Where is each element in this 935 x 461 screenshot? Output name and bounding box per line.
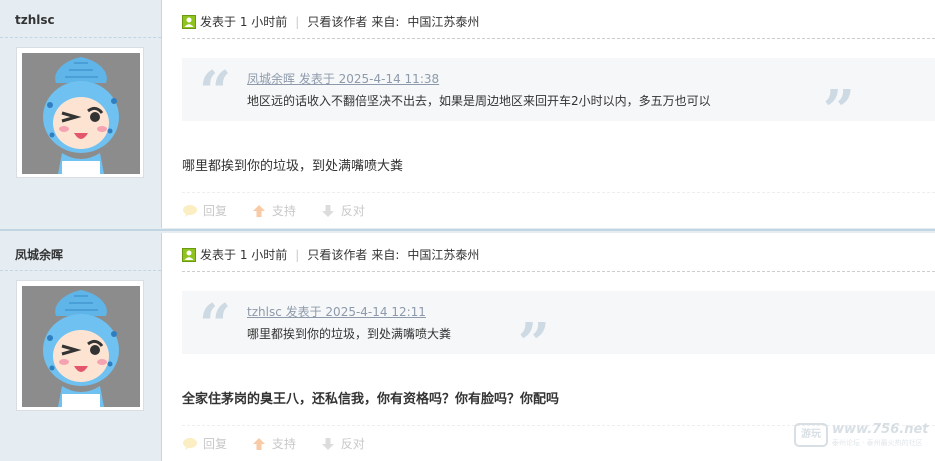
meta-divider [182, 271, 935, 272]
meta-divider [182, 38, 935, 39]
meta-pipe: | [295, 248, 300, 262]
author-name[interactable]: tzhlsc [15, 13, 55, 27]
mascot-avatar-icon [22, 53, 140, 174]
thumb-down-arrow-icon [321, 205, 334, 217]
reply-button[interactable]: 回复 [182, 202, 227, 219]
reply-bubble-icon [183, 438, 197, 450]
quote-close-icon: ” [517, 311, 550, 377]
oppose-label: 反对 [340, 204, 365, 218]
quote-open-icon: “ [199, 292, 232, 358]
actions-divider [182, 192, 935, 193]
reply-label: 回复 [203, 204, 228, 218]
quote-body: 地区远的话收入不翻倍坚决不出去，如果是周边地区来回开车2小时以内，多五万也可以 [247, 94, 711, 108]
reply-label: 回复 [203, 437, 228, 451]
thumb-up-arrow-icon [252, 205, 265, 217]
support-label: 支持 [271, 437, 296, 451]
avatar-image [22, 286, 140, 407]
thumb-down-arrow-icon [321, 438, 334, 450]
watermark-slogan: 泰州论坛 · 泰州最火热的社区 [832, 439, 923, 447]
post-time: 发表于 1 小时前 [200, 248, 288, 262]
post-content: 发表于 1 小时前 | 只看该作者 来自: 中国江苏泰州 “ 凤城余晖 发表于 2025… [162, 0, 935, 228]
online-status-icon [182, 248, 196, 262]
support-button[interactable]: 支持 [251, 202, 296, 219]
quote-header-link[interactable]: 凤城余晖 发表于 2025-4-14 11:38 [247, 70, 439, 87]
quote-open-icon: “ [199, 59, 232, 125]
reply-button[interactable]: 回复 [182, 435, 227, 452]
meta-pipe: | [295, 15, 300, 29]
only-author-link[interactable]: 只看该作者 [307, 15, 367, 29]
post-meta: 发表于 1 小时前 | 只看该作者 来自: 中国江苏泰州 [182, 13, 479, 31]
oppose-button[interactable]: 反对 [320, 202, 365, 219]
avatar-image [22, 53, 140, 174]
post-message: 哪里都挨到你的垃圾，到处满嘴喷大粪 [182, 159, 404, 174]
avatar[interactable] [16, 280, 144, 411]
quote-block: “ 凤城余晖 发表于 2025-4-14 11:38 地区远的话收入不翻倍坚决不… [182, 58, 935, 139]
online-status-icon [182, 15, 196, 29]
author-name[interactable]: 凤城余晖 [15, 246, 63, 263]
post-actions: 回复 支持 反对 [182, 202, 385, 219]
sidebar-divider [0, 37, 161, 38]
watermark-url: www.756.net [832, 422, 929, 437]
sidebar-divider [0, 270, 161, 271]
post-1: tzhlsc 发表于 1 小时前 | 只看该作者 来自: 中国江苏泰州 “ 凤城… [0, 0, 935, 228]
quote-close-icon: ” [822, 78, 855, 144]
quote-header-link[interactable]: tzhlsc 发表于 2025-4-14 12:11 [247, 303, 426, 320]
mascot-avatar-icon [22, 286, 140, 407]
oppose-label: 反对 [340, 437, 365, 451]
post-time: 发表于 1 小时前 [200, 15, 288, 29]
post-meta: 发表于 1 小时前 | 只看该作者 来自: 中国江苏泰州 [182, 246, 479, 264]
support-button[interactable]: 支持 [251, 435, 296, 452]
oppose-button[interactable]: 反对 [320, 435, 365, 452]
quote-body: 哪里都挨到你的垃圾，到处满嘴喷大粪 [247, 327, 452, 341]
post-actions: 回复 支持 反对 [182, 435, 385, 452]
support-label: 支持 [271, 204, 296, 218]
quote-block: “ tzhlsc 发表于 2025-4-14 12:11 哪里都挨到你的垃圾，到… [182, 291, 935, 372]
author-sidebar: 凤城余晖 [0, 233, 162, 461]
thumb-up-arrow-icon [252, 438, 265, 450]
location-text: 中国江苏泰州 [407, 15, 480, 29]
avatar[interactable] [16, 47, 144, 178]
only-author-link[interactable]: 只看该作者 [307, 248, 367, 262]
watermark-logo: 游玩 [794, 423, 828, 447]
reply-bubble-icon [183, 205, 197, 217]
site-watermark: 游玩 www.756.net 泰州论坛 · 泰州最火热的社区 [794, 421, 929, 449]
location-text: 中国江苏泰州 [407, 248, 480, 262]
from-label: 来自: [371, 248, 400, 262]
from-label: 来自: [371, 15, 400, 29]
author-sidebar: tzhlsc [0, 0, 162, 228]
post-message: 全家住茅岗的臭王八，还私信我，你有资格吗？你有脸吗？你配吗 [182, 392, 560, 407]
